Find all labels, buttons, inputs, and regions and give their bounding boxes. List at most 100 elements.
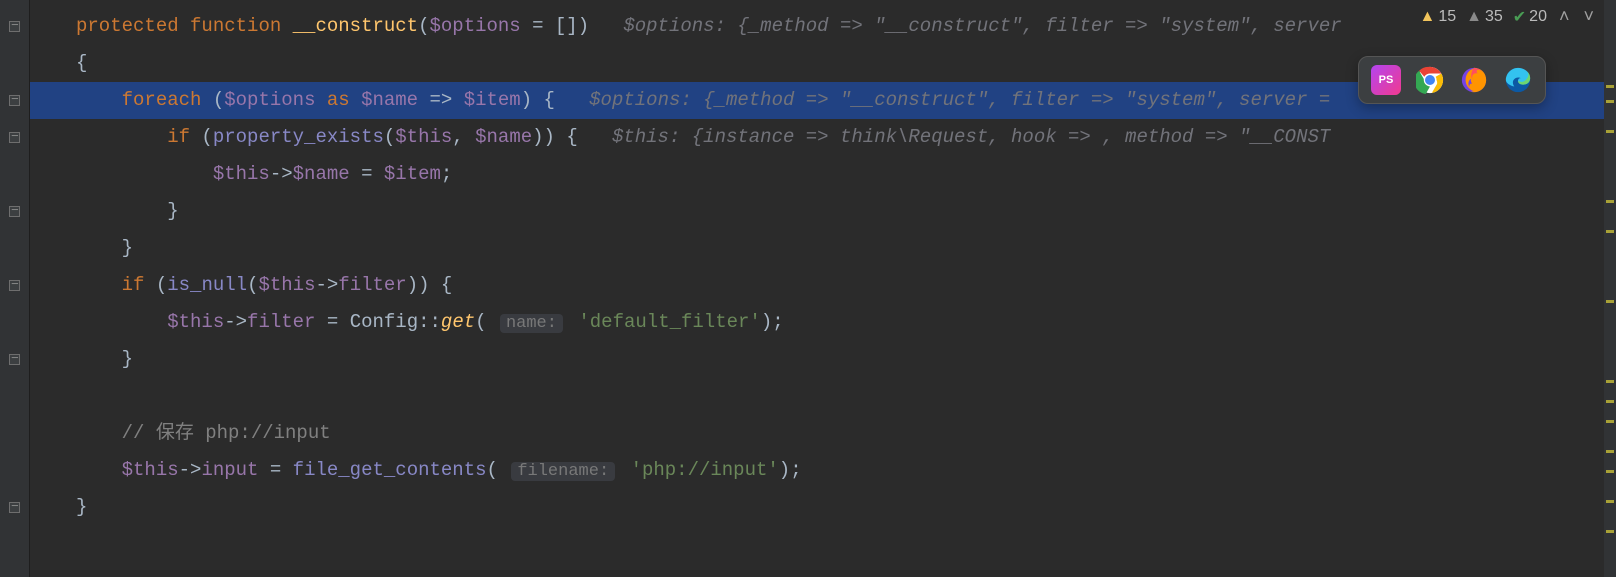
firefox-icon[interactable] (1459, 65, 1489, 95)
app-dock: PS (1358, 56, 1546, 104)
code-line[interactable]: $this->$name = $item; (30, 156, 1616, 193)
stripe-warn-icon[interactable] (1606, 300, 1614, 303)
variable: $options (429, 15, 520, 37)
variable: $this (122, 459, 179, 481)
property: filter (338, 274, 406, 296)
punct: ( (418, 15, 429, 37)
inspection-count: 15 (1438, 8, 1456, 26)
punct: ( (190, 126, 213, 148)
variable: $name (293, 163, 350, 185)
fold-marker-icon[interactable] (9, 132, 20, 143)
code-line[interactable]: if (property_exists($this, $name)) { $th… (30, 119, 1616, 156)
code-line[interactable]: if (is_null($this->filter)) { (30, 267, 1616, 304)
stripe-warn-icon[interactable] (1606, 230, 1614, 233)
keyword: as (315, 89, 361, 111)
operator: -> (224, 311, 247, 333)
keyword: foreach (122, 89, 202, 111)
stripe-warn-icon[interactable] (1606, 420, 1614, 423)
stripe-warn-icon[interactable] (1606, 200, 1614, 203)
property: filter (247, 311, 315, 333)
warning-icon: ▲ (1419, 8, 1435, 26)
code-line[interactable]: } (30, 341, 1616, 378)
operator: = (315, 311, 349, 333)
chevron-down-icon[interactable]: ˅ (1581, 6, 1596, 27)
operator: = (350, 163, 384, 185)
stripe-warn-icon[interactable] (1606, 400, 1614, 403)
stripe-warn-icon[interactable] (1606, 130, 1614, 133)
punct: ( (487, 459, 498, 481)
punct: ( (384, 126, 395, 148)
inlay-hint: $this: {instance => think\Request, hook … (612, 126, 1330, 148)
operator: -> (315, 274, 338, 296)
inspection-warnings[interactable]: ▲ 15 (1419, 8, 1456, 26)
chrome-icon[interactable] (1415, 65, 1445, 95)
check-icon: ✔ (1513, 7, 1526, 27)
stripe-warn-icon[interactable] (1606, 100, 1614, 103)
punct: ; (441, 163, 452, 185)
fold-marker-icon[interactable] (9, 21, 20, 32)
stripe-warn-icon[interactable] (1606, 470, 1614, 473)
variable: $name (475, 126, 532, 148)
fold-marker-icon[interactable] (9, 280, 20, 291)
keyword: if (167, 126, 190, 148)
brace: { (76, 52, 87, 74)
comment: // 保存 php://input (122, 422, 331, 444)
code-line[interactable]: protected function __construct($options … (30, 8, 1616, 45)
stripe-warn-icon[interactable] (1606, 530, 1614, 533)
operator: -> (270, 163, 293, 185)
phpstorm-icon[interactable]: PS (1371, 65, 1401, 95)
code-line[interactable] (30, 378, 1616, 415)
variable: $options (224, 89, 315, 111)
stripe-warn-icon[interactable] (1606, 450, 1614, 453)
chevron-up-icon[interactable]: ˄ (1557, 6, 1572, 27)
inspection-count: 20 (1529, 8, 1547, 26)
code-line[interactable]: } (30, 489, 1616, 526)
builtin-fn: is_null (167, 274, 247, 296)
edge-icon[interactable] (1503, 65, 1533, 95)
punct: ) (578, 15, 589, 37)
punct: ); (779, 459, 802, 481)
function-name: __construct (293, 15, 418, 37)
variable: $item (464, 89, 521, 111)
weak-warning-icon: ▲ (1466, 8, 1482, 26)
code-line[interactable]: } (30, 230, 1616, 267)
stripe-warn-icon[interactable] (1606, 85, 1614, 88)
operator: => (418, 89, 464, 111)
inlay-hint: $options: {_method => "__construct", fil… (589, 89, 1330, 111)
inspection-typos[interactable]: ✔ 20 (1513, 7, 1547, 27)
code-line[interactable]: $this->filter = Config::get( name: 'defa… (30, 304, 1616, 341)
method-call: get (441, 311, 475, 333)
fold-marker-icon[interactable] (9, 502, 20, 513)
builtin-fn: property_exists (213, 126, 384, 148)
punct: ) { (521, 89, 555, 111)
variable: $item (384, 163, 441, 185)
fold-marker-icon[interactable] (9, 206, 20, 217)
punct: )) { (532, 126, 578, 148)
inspection-weak-warnings[interactable]: ▲ 35 (1466, 8, 1503, 26)
stripe-warn-icon[interactable] (1606, 500, 1614, 503)
error-stripe[interactable] (1604, 0, 1616, 577)
code-line[interactable]: // 保存 php://input (30, 415, 1616, 452)
keyword: protected (76, 15, 179, 37)
inlay-hint: $options: {_method => "__construct", fil… (623, 15, 1341, 37)
param-hint: name: (500, 314, 563, 333)
gutter (0, 0, 30, 577)
property: input (201, 459, 258, 481)
fold-marker-icon[interactable] (9, 95, 20, 106)
punct: , (452, 126, 475, 148)
code-line[interactable]: } (30, 193, 1616, 230)
fold-marker-icon[interactable] (9, 354, 20, 365)
operator: -> (179, 459, 202, 481)
punct: )) { (407, 274, 453, 296)
punct: ( (247, 274, 258, 296)
class-ref: Config (350, 311, 418, 333)
punct: ( (475, 311, 486, 333)
brace: } (122, 348, 133, 370)
punct: ( (144, 274, 167, 296)
param-hint: filename: (511, 462, 615, 481)
builtin-fn: file_get_contents (293, 459, 487, 481)
keyword: function (190, 15, 281, 37)
stripe-warn-icon[interactable] (1606, 380, 1614, 383)
code-line[interactable]: $this->input = file_get_contents( filena… (30, 452, 1616, 489)
variable: $this (395, 126, 452, 148)
